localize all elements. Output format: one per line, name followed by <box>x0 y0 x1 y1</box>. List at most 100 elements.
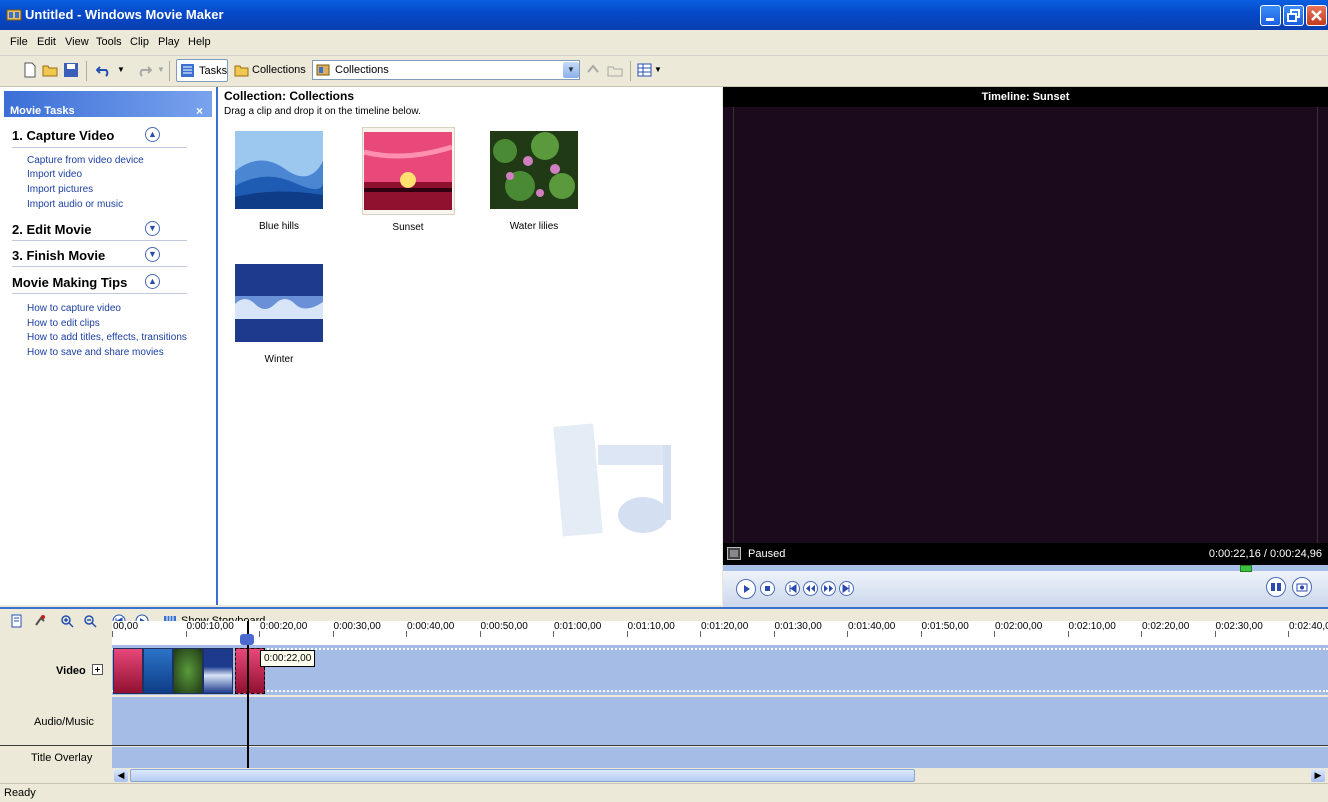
scroll-left-icon[interactable]: ◀ <box>114 769 128 782</box>
sunset-thumbnail-icon <box>364 132 452 210</box>
status-text: Ready <box>4 787 36 799</box>
next-frame-button[interactable] <box>839 581 854 596</box>
zoom-in-icon[interactable] <box>60 614 74 628</box>
restore-icon <box>1287 9 1300 22</box>
fast-forward-icon <box>824 585 833 592</box>
stop-button[interactable] <box>760 581 775 596</box>
expand-track-icon[interactable] <box>92 664 103 675</box>
views-dropdown-icon[interactable]: ▼ <box>654 65 662 74</box>
undo-dropdown-icon[interactable]: ▼ <box>117 65 125 74</box>
collapse-up-icon[interactable]: ▲ <box>145 127 160 142</box>
tasks-button[interactable]: Tasks <box>176 59 228 82</box>
skip-back-icon <box>789 584 797 593</box>
split-icon <box>1271 583 1281 591</box>
menu-file[interactable]: File <box>10 36 28 48</box>
ruler-tick-label: 0:00:50,00 <box>480 621 528 632</box>
menu-bar: File Edit View Tools Clip Play Help <box>0 30 1328 56</box>
how-to-capture-video-link[interactable]: How to capture video <box>27 303 121 314</box>
import-video-link[interactable]: Import video <box>27 169 82 180</box>
take-picture-button[interactable] <box>1292 577 1312 597</box>
close-pane-icon[interactable]: × <box>196 104 203 118</box>
timeline-clip-water-lilies[interactable] <box>173 648 203 694</box>
tasks-icon <box>181 64 194 77</box>
chevron-down-icon[interactable]: ▼ <box>563 62 579 78</box>
clip-winter[interactable]: Winter <box>235 264 323 365</box>
views-icon[interactable] <box>637 62 653 78</box>
playback-time: 0:00:22,16 / 0:00:24,96 <box>1208 548 1322 560</box>
title-overlay-track[interactable] <box>112 747 1328 769</box>
ruler-tick-label: 0:02:20,00 <box>1142 621 1190 632</box>
playhead-handle[interactable] <box>240 634 254 645</box>
camera-icon <box>1296 583 1308 592</box>
play-button[interactable] <box>736 579 756 599</box>
open-project-icon[interactable] <box>42 62 58 78</box>
fast-forward-button[interactable] <box>821 581 836 596</box>
time-tooltip: 0:00:22,00 <box>260 650 316 667</box>
timeline-ruler[interactable]: 00,00 0:00:10,00 0:00:20,00 0:00:30,00 0:00:… <box>112 621 1328 645</box>
menu-play[interactable]: Play <box>158 36 179 48</box>
timeline-horizontal-scrollbar[interactable]: ◀ ▶ <box>112 768 1328 783</box>
narrate-timeline-icon[interactable] <box>33 614 47 628</box>
new-project-icon[interactable] <box>22 62 38 78</box>
how-to-add-titles-link[interactable]: How to add titles, effects, transitions <box>27 332 187 343</box>
clip-blue-hills[interactable]: Blue hills <box>235 131 324 232</box>
blue-hills-thumbnail-icon <box>235 131 324 209</box>
collection-select-value: Collections <box>335 64 389 76</box>
expand-down-icon[interactable]: ▼ <box>145 221 160 236</box>
timeline-clip-sunset[interactable] <box>113 648 143 694</box>
display-size-icon[interactable] <box>727 547 741 560</box>
finish-movie-section-title[interactable]: 3. Finish Movie <box>12 248 105 263</box>
menu-clip[interactable]: Clip <box>130 36 149 48</box>
ruler-tick-mark <box>259 631 260 637</box>
ruler-tick-label: 0:01:00,00 <box>554 621 602 632</box>
zoom-out-icon[interactable] <box>83 614 97 628</box>
ruler-tick-mark <box>406 631 407 637</box>
timeline-clip-blue-hills[interactable] <box>143 648 173 694</box>
menu-edit[interactable]: Edit <box>37 36 56 48</box>
clip-sunset-selected[interactable]: Sunset <box>362 127 455 233</box>
save-project-icon[interactable] <box>63 62 79 78</box>
winter-thumbnail-icon <box>235 264 323 342</box>
toolbar: ▼ ▼ Tasks Collections Collections ▼ ▼ <box>0 56 1328 87</box>
previous-frame-button[interactable] <box>785 581 800 596</box>
restore-button[interactable] <box>1283 5 1304 26</box>
collection-dropdown[interactable]: Collections ▼ <box>312 60 580 80</box>
rewind-button[interactable] <box>803 581 818 596</box>
collections-button[interactable]: Collections <box>232 59 306 82</box>
rewind-icon <box>806 585 815 592</box>
how-to-edit-clips-link[interactable]: How to edit clips <box>27 318 100 329</box>
import-pictures-link[interactable]: Import pictures <box>27 184 93 195</box>
split-clip-button[interactable] <box>1266 577 1286 597</box>
minimize-button[interactable] <box>1260 5 1281 26</box>
set-audio-levels-icon[interactable] <box>10 614 24 628</box>
scroll-right-icon[interactable]: ▶ <box>1311 769 1325 782</box>
window-title: Untitled - Windows Movie Maker <box>25 7 224 22</box>
import-audio-link[interactable]: Import audio or music <box>27 199 123 210</box>
seek-bar[interactable] <box>723 565 1328 571</box>
ruler-tick-label: 0:01:30,00 <box>774 621 822 632</box>
how-to-save-share-link[interactable]: How to save and share movies <box>27 347 164 358</box>
capture-from-video-device-link[interactable]: Capture from video device <box>27 155 144 166</box>
capture-video-section-title[interactable]: 1. Capture Video <box>12 128 114 143</box>
movie-maker-watermark-icon <box>553 423 671 537</box>
ruler-tick-label: 0:01:40,00 <box>848 621 896 632</box>
close-window-button[interactable] <box>1306 5 1327 26</box>
menu-tools[interactable]: Tools <box>96 36 122 48</box>
preview-title: Timeline: Sunset <box>723 87 1328 107</box>
menu-help[interactable]: Help <box>188 36 211 48</box>
menu-view[interactable]: View <box>65 36 89 48</box>
title-bar[interactable]: Untitled - Windows Movie Maker <box>0 0 1328 30</box>
seek-slider-thumb[interactable] <box>1240 565 1252 572</box>
audio-music-track[interactable] <box>112 697 1328 745</box>
ruler-tick-mark <box>1288 631 1289 637</box>
movie-making-tips-section-title[interactable]: Movie Making Tips <box>12 275 127 290</box>
scrollbar-thumb[interactable] <box>130 769 915 782</box>
ruler-tick-mark <box>553 631 554 637</box>
collapse-up-icon[interactable]: ▲ <box>145 274 160 289</box>
clip-label: Blue hills <box>258 221 300 232</box>
timeline-clip-winter[interactable] <box>203 648 233 694</box>
clip-water-lilies[interactable]: Water lilies <box>490 131 578 232</box>
undo-icon[interactable] <box>96 62 112 78</box>
edit-movie-section-title[interactable]: 2. Edit Movie <box>12 222 91 237</box>
expand-down-icon[interactable]: ▼ <box>145 247 160 262</box>
